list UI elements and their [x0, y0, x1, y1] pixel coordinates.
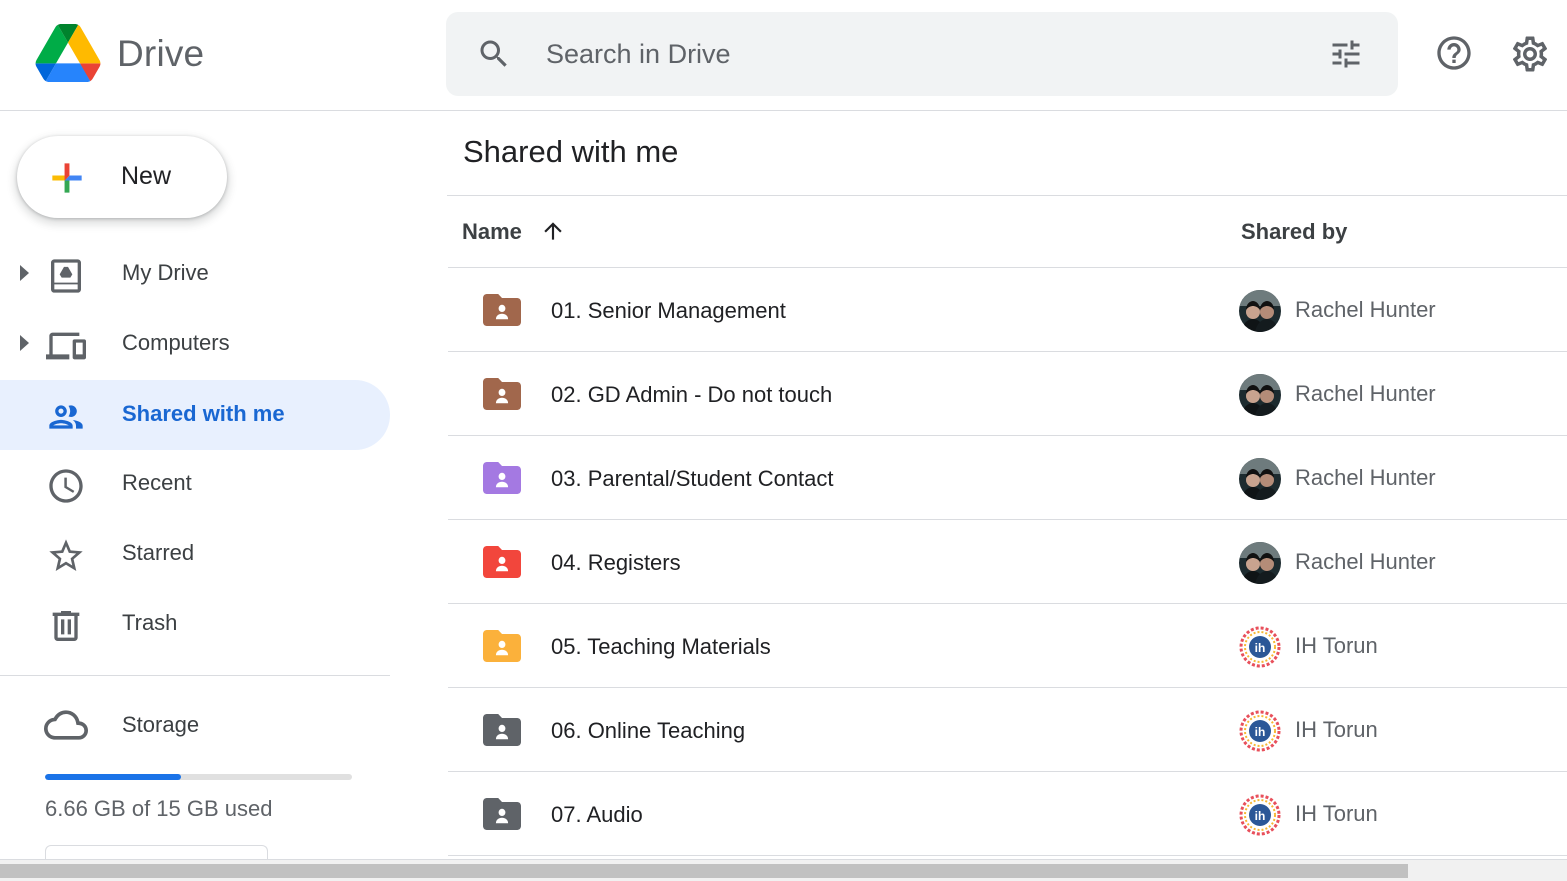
sidebar-item-label: Shared with me — [122, 401, 285, 426]
file-row[interactable]: 07. Audio ih IH Torun — [448, 772, 1567, 856]
sidebar-item-label: Trash — [122, 610, 178, 635]
search-bar[interactable] — [446, 12, 1398, 96]
sidebar-item-starred[interactable]: Starred — [0, 519, 390, 589]
sidebar-item-trash[interactable]: Trash — [0, 589, 390, 659]
drive-logo-icon[interactable] — [35, 24, 101, 82]
file-row[interactable]: 03. Parental/Student Contact Rachel Hunt… — [448, 436, 1567, 520]
sidebar-item-my-drive[interactable]: My Drive — [0, 239, 390, 309]
storage-label: Storage — [122, 712, 200, 737]
file-name[interactable]: 04. Registers — [551, 550, 681, 576]
file-row[interactable]: 02. GD Admin - Do not touch Rachel Hunte… — [448, 352, 1567, 436]
plus-icon — [52, 163, 82, 193]
file-name[interactable]: 03. Parental/Student Contact — [551, 466, 834, 492]
file-name[interactable]: 06. Online Teaching — [551, 718, 745, 744]
app-title: Drive — [117, 33, 205, 74]
horizontal-scrollbar[interactable] — [0, 859, 1567, 881]
shared-by-name: Rachel Hunter — [1295, 297, 1436, 322]
search-icon[interactable] — [476, 36, 512, 72]
owner-avatar: ih — [1239, 710, 1281, 752]
storage-progress-bar — [45, 774, 352, 780]
sidebar-item-computers[interactable]: Computers — [0, 309, 390, 379]
computers-icon — [46, 332, 86, 360]
shared-folder-icon — [483, 462, 521, 494]
page-title: Shared with me — [463, 134, 679, 169]
shared-by-name: IH Torun — [1295, 717, 1378, 742]
owner-avatar — [1239, 458, 1281, 500]
title-divider — [447, 195, 1567, 196]
sidebar-item-label: Recent — [122, 470, 192, 495]
svg-text:ih: ih — [1255, 725, 1266, 739]
expand-caret-icon[interactable] — [20, 265, 29, 281]
tune-icon[interactable] — [1328, 36, 1364, 72]
sidebar-item-label: Computers — [122, 330, 230, 355]
shared-folder-icon — [483, 294, 521, 326]
owner-avatar — [1239, 542, 1281, 584]
sidebar-item-label: My Drive — [122, 260, 209, 285]
file-row[interactable]: 05. Teaching Materials ih IH Torun — [448, 604, 1567, 688]
owner-avatar — [1239, 374, 1281, 416]
shared-folder-icon — [483, 798, 521, 830]
shared-by-name: IH Torun — [1295, 801, 1378, 826]
shared-folder-icon — [483, 714, 521, 746]
clock-icon — [49, 469, 83, 503]
sidebar-item-label: Starred — [122, 540, 195, 565]
storage-progress-fill — [45, 774, 182, 780]
file-name[interactable]: 01. Senior Management — [551, 298, 786, 324]
svg-text:ih: ih — [1255, 641, 1266, 655]
owner-avatar: ih — [1239, 794, 1281, 836]
file-row[interactable]: 04. Registers Rachel Hunter — [448, 520, 1567, 604]
svg-text:ih: ih — [1255, 809, 1266, 823]
shared-folder-icon — [483, 378, 521, 410]
gear-icon[interactable] — [1509, 33, 1551, 75]
cloud-icon — [44, 710, 88, 740]
help-icon[interactable] — [1434, 33, 1474, 73]
my-drive-icon — [51, 259, 81, 293]
owner-avatar — [1239, 290, 1281, 332]
sort-ascending-arrow-icon[interactable] — [540, 218, 566, 244]
owner-avatar: ih — [1239, 626, 1281, 668]
sidebar-item-shared-with-me[interactable]: Shared with me — [0, 380, 390, 450]
trash-icon — [52, 611, 80, 641]
scrollbar-thumb[interactable] — [0, 864, 1408, 878]
top-bar: Drive — [0, 0, 1567, 111]
sidebar-divider — [0, 675, 390, 676]
shared-by-name: Rachel Hunter — [1295, 465, 1436, 490]
file-name[interactable]: 05. Teaching Materials — [551, 634, 771, 660]
sidebar-item-recent[interactable]: Recent — [0, 449, 390, 519]
file-name[interactable]: 02. GD Admin - Do not touch — [551, 382, 832, 408]
shared-by-name: IH Torun — [1295, 633, 1378, 658]
shared-folder-icon — [483, 546, 521, 578]
new-button[interactable]: New — [17, 136, 227, 218]
star-icon — [49, 539, 83, 571]
people-icon — [49, 405, 83, 429]
file-row[interactable]: 01. Senior Management Rachel Hunter — [448, 268, 1567, 352]
file-row[interactable]: 06. Online Teaching ih IH Torun — [448, 688, 1567, 772]
search-input[interactable] — [546, 30, 1306, 78]
sidebar-item-storage[interactable]: Storage — [0, 690, 390, 760]
new-button-label: New — [121, 162, 172, 190]
shared-by-name: Rachel Hunter — [1295, 381, 1436, 406]
file-name[interactable]: 07. Audio — [551, 802, 643, 828]
expand-caret-icon[interactable] — [20, 335, 29, 351]
shared-folder-icon — [483, 630, 521, 662]
column-header-shared-by[interactable]: Shared by — [1241, 219, 1347, 245]
shared-by-name: Rachel Hunter — [1295, 549, 1436, 574]
column-header-name[interactable]: Name — [462, 219, 522, 245]
storage-usage-text: 6.66 GB of 15 GB used — [45, 796, 273, 821]
